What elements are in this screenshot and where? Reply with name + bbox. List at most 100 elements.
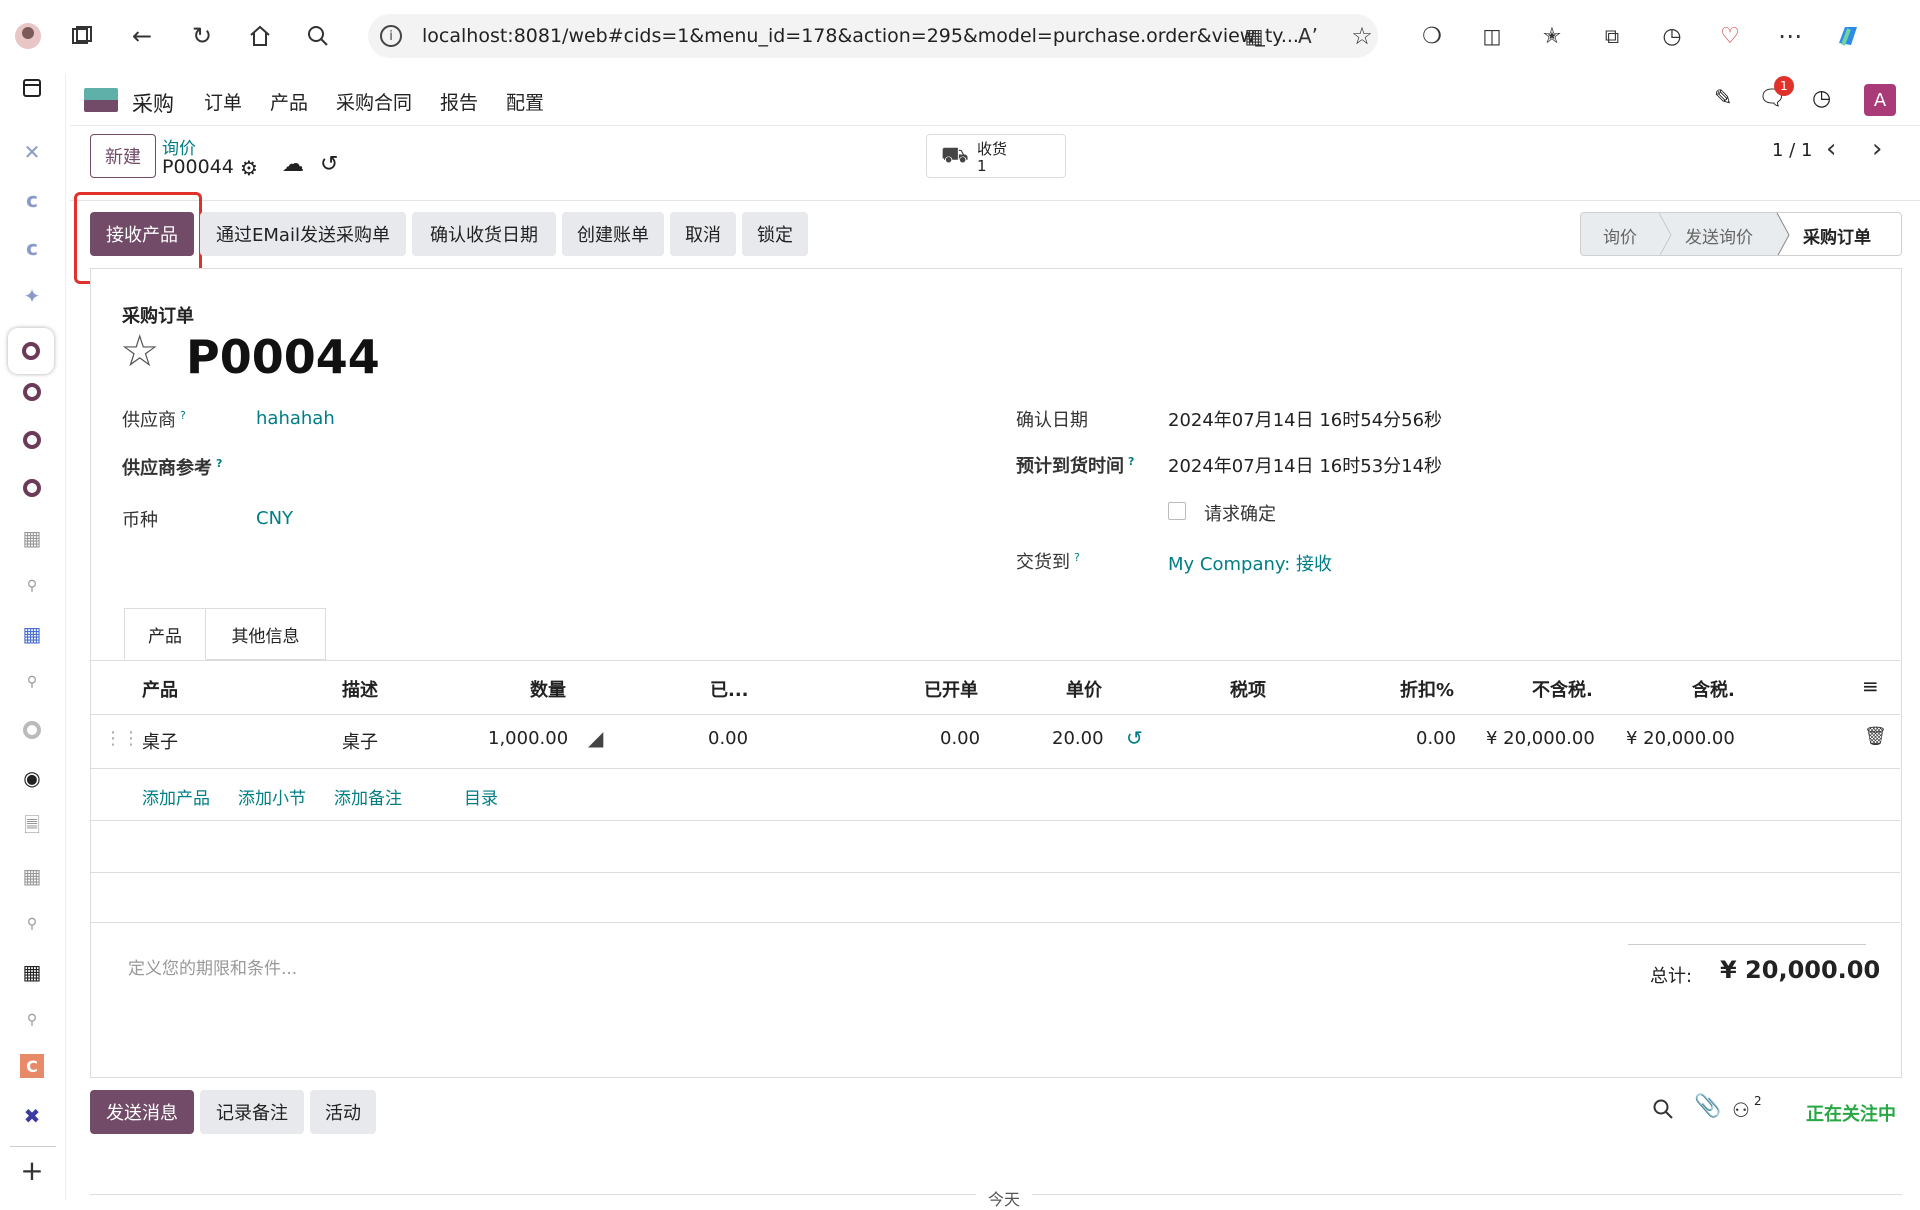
odoo-tab-icon[interactable] xyxy=(8,328,54,374)
add-note-link[interactable]: 添加备注 xyxy=(334,784,402,809)
c-app-icon[interactable]: c xyxy=(18,234,46,262)
col-quantity[interactable]: 数量 xyxy=(530,676,566,702)
user-avatar[interactable]: A xyxy=(1864,84,1896,116)
expected-date-field[interactable]: 2024年07月14日 16时53分14秒 xyxy=(1168,452,1442,478)
search-icon[interactable] xyxy=(300,18,336,54)
x-icon[interactable]: ✕ xyxy=(18,138,46,166)
help-mark[interactable]: ? xyxy=(1074,551,1080,564)
search-messages-icon[interactable] xyxy=(1652,1098,1674,1125)
save-cloud-icon[interactable]: ☁ xyxy=(282,152,304,177)
x-icon[interactable]: ✖ xyxy=(18,1102,46,1130)
tab-other-info[interactable]: 其他信息 xyxy=(206,608,326,660)
read-aloud-icon[interactable]: A’ xyxy=(1290,18,1326,54)
odoo-tab-icon[interactable] xyxy=(18,378,46,406)
browser-essentials-icon[interactable]: ♡ xyxy=(1712,18,1748,54)
odoo-tab-icon[interactable] xyxy=(18,426,46,454)
menu-contracts[interactable]: 采购合同 xyxy=(336,88,412,115)
cell-description[interactable]: 桌子 xyxy=(342,728,378,754)
col-subtotal[interactable]: 不含税. xyxy=(1532,676,1593,702)
send-message-button[interactable]: 发送消息 xyxy=(90,1090,194,1134)
lock-button[interactable]: 锁定 xyxy=(742,212,808,256)
log-note-button[interactable]: 记录备注 xyxy=(200,1090,304,1134)
send-email-button[interactable]: 通过EMail发送采购单 xyxy=(200,212,406,256)
c-app-icon[interactable]: C xyxy=(20,1054,44,1078)
add-icon[interactable]: + xyxy=(18,1154,46,1187)
cancel-button[interactable]: 取消 xyxy=(670,212,736,256)
settings-gear-icon[interactable]: ⚙ xyxy=(240,156,258,180)
collections-icon[interactable]: ⧉ xyxy=(1594,18,1630,54)
circle-icon[interactable] xyxy=(18,716,46,744)
search-icon[interactable]: ⚲ xyxy=(18,910,46,938)
col-product[interactable]: 产品 xyxy=(142,676,178,702)
favorite-star-icon[interactable]: ☆ xyxy=(1344,18,1380,54)
col-discount[interactable]: 折扣% xyxy=(1400,676,1454,702)
delete-row-icon[interactable]: 🗑 xyxy=(1864,726,1887,747)
drag-handle-icon[interactable]: ⋮⋮ xyxy=(104,728,140,749)
calendar-icon[interactable]: ▦ xyxy=(18,862,46,890)
extensions-icon[interactable]: ❍ xyxy=(1414,18,1450,54)
add-section-link[interactable]: 添加小节 xyxy=(238,784,306,809)
site-info-icon[interactable]: i xyxy=(380,25,402,47)
col-billed[interactable]: 已开单 xyxy=(924,676,978,702)
menu-orders[interactable]: 订单 xyxy=(204,88,242,115)
pager-prev-icon[interactable]: ‹ xyxy=(1826,134,1836,164)
activity-clock-icon[interactable]: ◷ xyxy=(1812,86,1831,111)
cell-quantity[interactable]: 1,000.00 xyxy=(488,728,568,749)
activity-button[interactable]: 活动 xyxy=(310,1090,376,1134)
app-available-icon[interactable]: ▦ xyxy=(1236,18,1272,54)
pager-value[interactable]: 1 / 1 xyxy=(1772,140,1812,161)
confirm-date-field[interactable]: 2024年07月14日 16时54分56秒 xyxy=(1168,406,1442,432)
profile-avatar-icon[interactable] xyxy=(10,18,46,54)
discard-icon[interactable]: ↺ xyxy=(320,152,338,177)
sparkle-icon[interactable]: ✦ xyxy=(18,282,46,310)
github-icon[interactable]: ◉ xyxy=(18,764,46,792)
col-unit-price[interactable]: 单价 xyxy=(1066,676,1102,702)
terms-input[interactable]: 定义您的期限和条件... xyxy=(128,954,297,979)
home-icon[interactable] xyxy=(242,18,278,54)
col-received[interactable]: 已... xyxy=(710,676,749,702)
following-status[interactable]: 正在关注中 xyxy=(1806,1100,1896,1126)
favorite-star-icon[interactable]: ☆ xyxy=(120,330,159,374)
catalog-link[interactable]: 目录 xyxy=(464,784,498,809)
app-title[interactable]: 采购 xyxy=(132,88,174,118)
app-logo-icon[interactable] xyxy=(84,88,118,112)
new-button[interactable]: 新建 xyxy=(90,134,156,178)
confirm-date-button[interactable]: 确认收货日期 xyxy=(412,212,556,256)
help-mark[interactable]: ? xyxy=(180,409,186,422)
menu-config[interactable]: 配置 xyxy=(506,88,544,115)
history-icon[interactable]: ◷ xyxy=(1654,18,1690,54)
col-total[interactable]: 含税. xyxy=(1692,676,1735,702)
tab-products[interactable]: 产品 xyxy=(124,608,206,660)
add-product-link[interactable]: 添加产品 xyxy=(142,784,210,809)
help-mark[interactable]: ? xyxy=(1128,455,1134,468)
vendor-ref-input[interactable] xyxy=(256,452,956,480)
currency-field[interactable]: CNY xyxy=(256,508,293,529)
search-icon[interactable]: ⚲ xyxy=(18,668,46,696)
forecast-chart-icon[interactable]: ◢ xyxy=(588,726,603,750)
cell-unit-price[interactable]: 20.00 xyxy=(1052,728,1104,749)
cell-discount[interactable]: 0.00 xyxy=(1416,728,1456,749)
edit-note-icon[interactable]: ✎ xyxy=(1714,86,1732,111)
menu-products[interactable]: 产品 xyxy=(270,88,308,115)
ask-confirm-checkbox[interactable] xyxy=(1168,502,1186,520)
help-mark[interactable]: ? xyxy=(216,457,222,470)
search-icon[interactable]: ⚲ xyxy=(18,572,46,600)
col-taxes[interactable]: 税项 xyxy=(1230,676,1266,702)
receipt-smart-button[interactable]: ⛟ 收货 1 xyxy=(926,134,1066,178)
workspaces-icon[interactable] xyxy=(64,18,100,54)
menu-reports[interactable]: 报告 xyxy=(440,88,478,115)
attachment-icon[interactable]: 📎 xyxy=(1694,1094,1721,1119)
cell-billed[interactable]: 0.00 xyxy=(940,728,980,749)
pager-next-icon[interactable]: › xyxy=(1872,134,1882,164)
tab-actions-icon[interactable] xyxy=(18,74,46,102)
address-bar[interactable]: localhost:8081/web#cids=1&menu_id=178&ac… xyxy=(368,14,1378,58)
more-icon[interactable]: ⋯ xyxy=(1772,18,1808,54)
split-screen-icon[interactable]: ◫ xyxy=(1474,18,1510,54)
followers-icon[interactable]: ⚇ xyxy=(1732,1098,1750,1122)
col-description[interactable]: 描述 xyxy=(342,676,378,702)
back-icon[interactable]: ← xyxy=(124,18,160,54)
price-reset-icon[interactable]: ↺ xyxy=(1126,726,1143,750)
board-icon[interactable]: ▦ xyxy=(18,620,46,648)
deliver-to-field[interactable]: My Company: 接收 xyxy=(1168,550,1332,576)
cell-product[interactable]: 桌子 xyxy=(142,728,178,754)
